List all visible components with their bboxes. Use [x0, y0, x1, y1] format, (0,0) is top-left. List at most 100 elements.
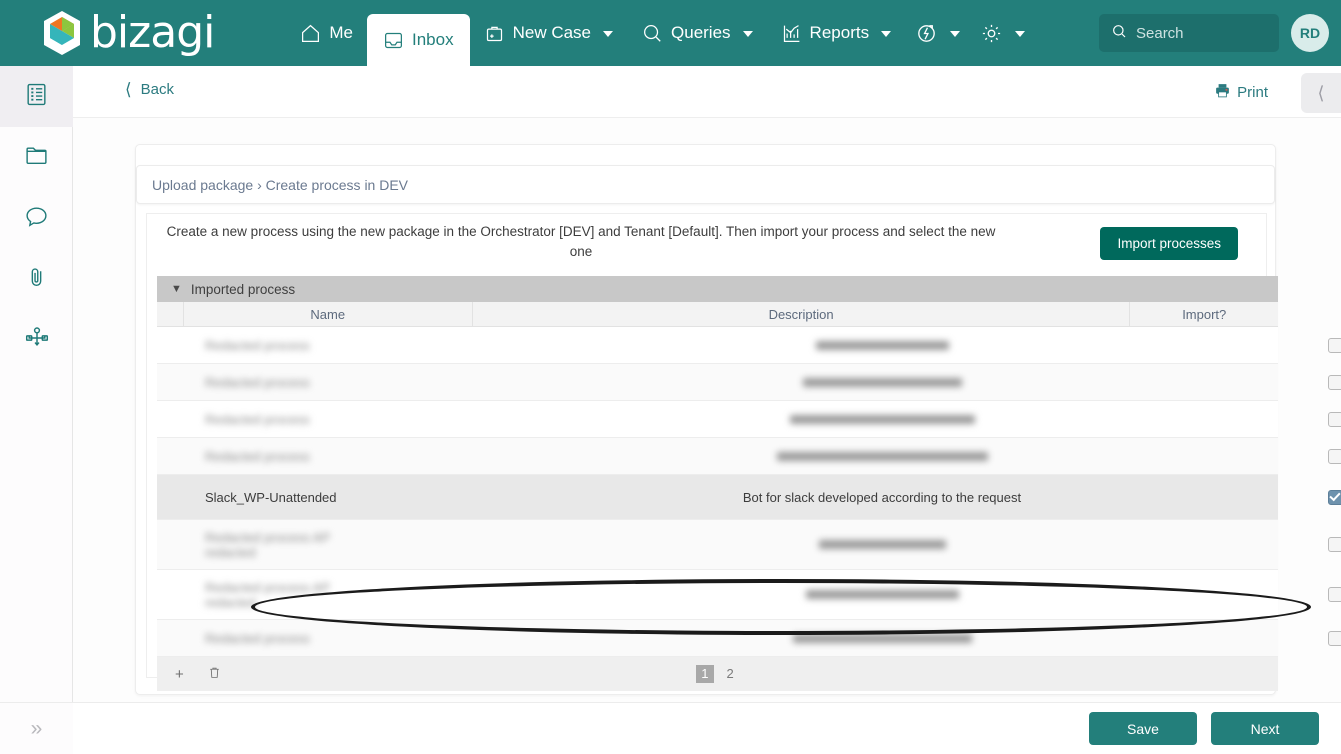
breadcrumb-text: Upload package › Create process in DEV	[152, 176, 409, 193]
import-checkbox[interactable]	[1327, 374, 1341, 390]
automation-icon	[915, 22, 938, 45]
cell-import	[1252, 411, 1341, 427]
paperclip-icon	[24, 265, 49, 295]
pagination-page[interactable]: 2	[722, 665, 739, 683]
search-input[interactable]: Search	[1099, 14, 1279, 52]
panel-header: Create a new process using the new packa…	[147, 214, 1266, 277]
bizagi-wordmark: bizagi	[90, 7, 215, 58]
form-card: Upload package › Create process in DEV C…	[135, 144, 1341, 695]
cell-description	[512, 449, 1252, 464]
import-processes-button[interactable]: Import processes	[1100, 227, 1238, 260]
import-checkbox[interactable]	[1327, 448, 1341, 464]
table-row[interactable]: Redacted process	[157, 620, 1341, 657]
cell-name: Redacted process AP redacted	[205, 579, 331, 610]
imported-process-grid: ▼ Imported process Name Description Impo…	[157, 276, 1341, 691]
nav-label-inbox: Inbox	[412, 30, 454, 49]
cell-description	[512, 375, 1252, 390]
breadcrumb: Upload package › Create process in DEV	[136, 165, 1275, 204]
cell-import	[1252, 630, 1341, 646]
cell-name: Redacted process	[205, 630, 310, 646]
back-button[interactable]: ⟨ Back	[125, 81, 174, 98]
print-label: Print	[1237, 84, 1268, 101]
import-checkbox[interactable]	[1327, 337, 1341, 353]
cell-name: Redacted process	[205, 411, 310, 427]
nav-item-automation[interactable]	[905, 0, 970, 66]
column-header-import: Import?	[1182, 306, 1227, 322]
rail-item-comments[interactable]	[0, 188, 73, 249]
grid-section-header[interactable]: ▼ Imported process	[157, 276, 1278, 302]
nav-item-settings[interactable]	[970, 0, 1035, 66]
cell-name: Redacted process AP redacted	[205, 529, 331, 560]
comment-icon	[24, 204, 49, 234]
import-checkbox[interactable]	[1327, 489, 1341, 505]
column-header-description: Description	[473, 302, 1131, 326]
nav-item-me[interactable]: Me	[286, 0, 367, 66]
cell-import	[1252, 537, 1341, 552]
grid-section-title: Imported process	[190, 281, 296, 297]
table-row[interactable]: Redacted process	[157, 327, 1341, 364]
cell-description: Bot for slack developed according to the…	[742, 489, 1022, 505]
search-icon	[1111, 23, 1127, 44]
form-footer: Save Next	[73, 702, 1341, 754]
form-list-icon	[24, 82, 49, 112]
nav-item-inbox[interactable]: Inbox	[367, 14, 470, 66]
home-icon	[300, 23, 321, 44]
magnifier-icon	[641, 22, 663, 44]
column-header-select	[157, 302, 184, 326]
chevron-down-icon-section: ▼	[171, 282, 182, 295]
chevron-down-icon-automation	[950, 31, 961, 37]
nav-item-reports[interactable]: Reports	[767, 0, 906, 66]
cell-name: Redacted process	[205, 337, 310, 353]
cell-description	[512, 412, 1252, 427]
cell-description	[512, 537, 1252, 552]
grid-pagination: 12	[157, 665, 1278, 683]
bizagi-logo[interactable]: bizagi	[40, 7, 215, 58]
collapse-panel-button[interactable]: ⟨	[1301, 73, 1341, 113]
gear-icon	[980, 22, 1003, 45]
import-checkbox[interactable]	[1327, 411, 1341, 427]
chevron-double-right-icon: »	[30, 717, 43, 740]
cell-name: Redacted process	[205, 374, 310, 390]
nav-item-new-case[interactable]: New Case	[470, 0, 627, 66]
chevron-down-icon-settings	[1015, 31, 1026, 37]
print-button[interactable]: Print	[1214, 82, 1268, 103]
save-button[interactable]: Save	[1089, 712, 1197, 745]
chevron-left-icon-collapse: ⟨	[1317, 83, 1325, 103]
nav-label-queries: Queries	[671, 23, 731, 42]
table-row[interactable]: Redacted process AP redacted	[157, 520, 1341, 570]
cell-import	[1252, 448, 1341, 464]
rail-item-process[interactable]	[0, 310, 73, 371]
table-row[interactable]: Redacted process	[157, 438, 1341, 475]
next-button[interactable]: Next	[1211, 712, 1319, 745]
chevron-down-icon-reports	[881, 31, 892, 37]
expand-rail-button[interactable]: »	[0, 702, 73, 754]
top-navigation-bar: bizagi Me Inbox New Case Queries Reports…	[0, 0, 1341, 66]
work-area: ⟨ Back Print ⟨ Upload package › Create p…	[73, 66, 1341, 754]
table-row[interactable]: Redacted process	[157, 364, 1341, 401]
import-checkbox[interactable]	[1327, 537, 1341, 552]
printer-icon	[1214, 82, 1231, 103]
grid-footer: + 12	[157, 657, 1278, 691]
table-row[interactable]: Slack_WP-Unattended Bot for slack develop…	[157, 475, 1341, 520]
avatar-initials: RD	[1299, 25, 1321, 41]
chevron-down-icon-new-case	[603, 31, 614, 37]
cell-import	[1252, 337, 1341, 353]
rail-item-form[interactable]	[0, 66, 73, 127]
import-checkbox[interactable]	[1327, 630, 1341, 646]
grid-body: Redacted process Redacted process Redacted…	[157, 327, 1341, 657]
rail-item-attachments[interactable]	[0, 249, 73, 310]
table-row[interactable]: Redacted process AP redacted	[157, 570, 1341, 620]
form-canvas: Upload package › Create process in DEV C…	[73, 118, 1341, 754]
action-bar: ⟨ Back Print ⟨	[73, 66, 1341, 118]
user-avatar[interactable]: RD	[1291, 14, 1329, 52]
rail-item-folder[interactable]	[0, 127, 73, 188]
main-nav: Me Inbox New Case Queries Reports	[286, 0, 1035, 66]
pagination-page[interactable]: 1	[696, 665, 714, 683]
nav-label-reports: Reports	[809, 23, 870, 42]
grid-column-headers: Name Description Import?	[157, 302, 1278, 327]
nav-item-queries[interactable]: Queries	[627, 0, 767, 66]
table-row[interactable]: Redacted process	[157, 401, 1341, 438]
nav-label-new-case: New Case	[512, 23, 592, 42]
briefcase-plus-icon	[484, 23, 505, 44]
import-checkbox[interactable]	[1327, 587, 1341, 602]
